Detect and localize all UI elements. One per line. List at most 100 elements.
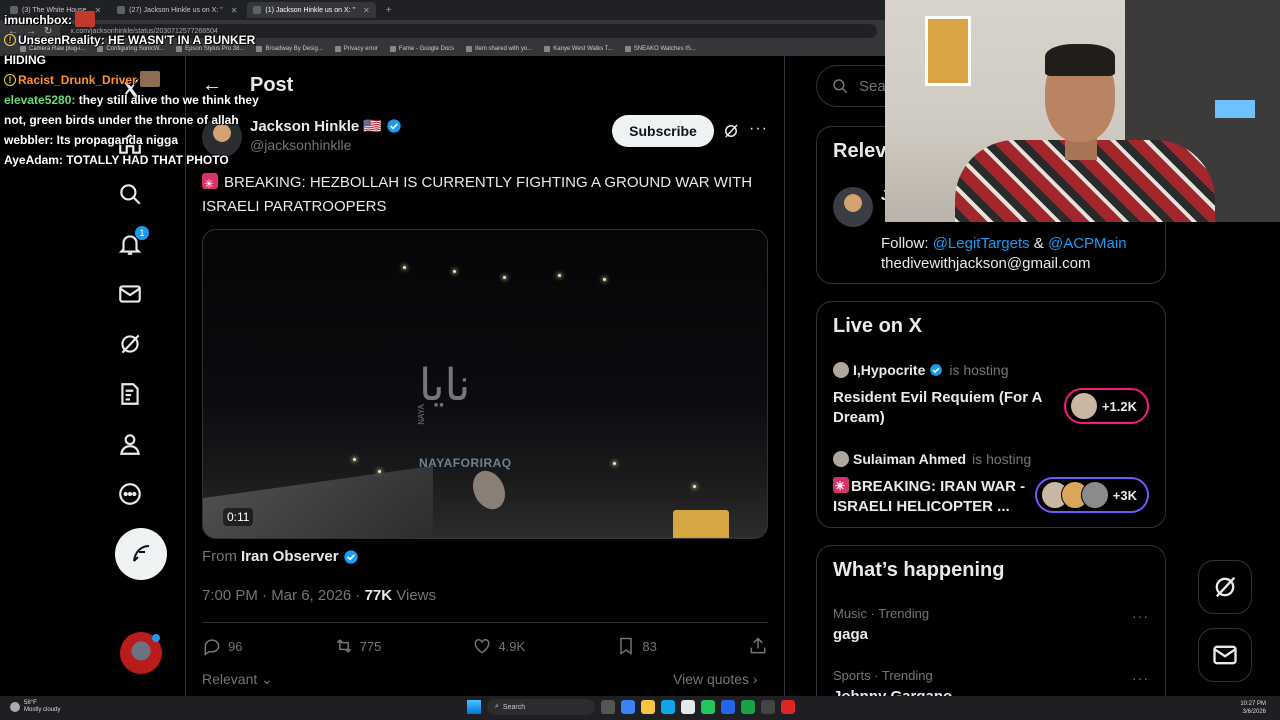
chat-message: ! UnseenReality: HE WASN'T IN A BUNKER HI… <box>4 33 256 67</box>
space-title[interactable]: Resident Evil Requiem (For A Dream) <box>833 388 1053 428</box>
chat-emote-icon <box>75 11 96 27</box>
chat-badge-icon: ! <box>4 74 16 86</box>
video-light <box>503 276 506 279</box>
view-quotes-link[interactable]: View quotes › <box>673 671 758 687</box>
new-tab-button[interactable]: + <box>380 5 398 16</box>
bookmark-item[interactable]: SNEAKO Watches IS... <box>624 46 696 52</box>
bookmark-item[interactable]: Privacy error <box>334 46 378 52</box>
whats-happening-card: What’s happening Music · Trending gaga ·… <box>816 545 1166 697</box>
notifications-icon[interactable]: 1 <box>117 226 149 257</box>
live-on-x-card: Live on X I,Hypocrite is hosting Residen… <box>816 301 1166 528</box>
bookmark-item[interactable]: Fame - Google Docs <box>389 46 454 52</box>
trend-name[interactable]: gaga <box>833 626 868 643</box>
space-title[interactable]: BREAKING: IRAN WAR - ISRAELI HELICOPTER … <box>833 476 1053 517</box>
task-view-icon[interactable] <box>601 700 615 714</box>
search-icon <box>833 79 848 94</box>
grok-icon[interactable] <box>117 331 143 357</box>
windows-start-icon[interactable] <box>467 700 481 714</box>
video-light <box>693 485 696 488</box>
system-clock[interactable]: 10:27 PM 3/6/2026 <box>1240 700 1266 716</box>
mail-icon <box>1213 645 1237 665</box>
bookmark-icon <box>620 637 633 655</box>
obs-icon[interactable] <box>781 700 795 714</box>
webcam-streamer-hair <box>1045 44 1115 76</box>
live-title: Live on X <box>833 315 922 337</box>
column-divider <box>784 56 785 696</box>
grok-explain-icon[interactable] <box>722 122 740 140</box>
repost-button[interactable]: 775 <box>334 636 381 656</box>
cloud-icon <box>10 702 20 712</box>
reply-button[interactable]: 96 <box>202 636 242 656</box>
mention-link[interactable]: @ACPMain <box>1048 235 1127 252</box>
post-actions: 96 775 4.9K 83 <box>202 636 768 656</box>
trend-category: Music · Trending <box>833 606 930 621</box>
repost-icon <box>336 639 351 653</box>
chat-message: AyeAdam: TOTALLY HAD THAT PHOTO <box>4 153 229 167</box>
post-meta: 7:00 PM · Mar 6, 2026 · 77K Views <box>202 587 437 604</box>
chat-badge-icon: ! <box>4 34 16 46</box>
video-player[interactable]: NAYA نايا NAYAFORIRAQ 0:11 <box>202 229 768 539</box>
compose-post-button[interactable] <box>115 528 167 580</box>
source-account-link[interactable]: Iran Observer <box>241 548 339 565</box>
grok-icon <box>1215 576 1236 598</box>
windows-taskbar: 58°F Mostly cloudy ⌕ Search 10:27 PM 3/6/20… <box>0 696 1280 720</box>
more-circle-icon[interactable] <box>117 481 143 507</box>
subscribe-button[interactable]: Subscribe <box>612 115 714 147</box>
browser-tab-active[interactable]: (1) Jackson Hinkle us on X: " ✕ <box>247 2 376 18</box>
bookmark-item[interactable]: Broadway By Desig... <box>256 46 323 52</box>
messages-floating-button[interactable] <box>1198 628 1252 682</box>
copilot-icon[interactable] <box>621 700 635 714</box>
status-dot <box>152 634 160 642</box>
video-duration: 0:11 <box>223 508 254 526</box>
search-icon[interactable] <box>117 181 143 207</box>
views-count: 77K <box>364 587 393 604</box>
space-listeners-pill[interactable]: +3K <box>1034 477 1149 513</box>
messages-icon[interactable] <box>117 281 143 307</box>
video-light <box>603 278 606 281</box>
weather-widget[interactable]: 58°F Mostly cloudy <box>10 700 60 714</box>
space-listeners-pill[interactable]: +1.2K <box>1063 388 1149 424</box>
taskbar-search[interactable]: ⌕ Search <box>487 699 595 715</box>
stream-chat-overlay: imunchbox: ! UnseenReality: HE WASN'T IN … <box>4 10 264 170</box>
edge-icon[interactable] <box>661 700 675 714</box>
trend-more-icon[interactable]: ··· <box>1132 670 1149 686</box>
profile-icon[interactable] <box>117 431 143 457</box>
verified-badge-icon <box>343 549 358 564</box>
verified-badge-icon <box>387 119 401 133</box>
share-button[interactable] <box>748 636 768 656</box>
more-options-icon[interactable]: ··· <box>749 120 768 138</box>
whats-happening-title: What’s happening <box>833 559 1005 581</box>
video-light <box>558 274 561 277</box>
author-handle[interactable]: @jacksonhinklle <box>250 137 351 153</box>
bookmark-icon <box>624 46 631 52</box>
reply-sort-dropdown[interactable]: Relevant ⌄ <box>202 671 273 688</box>
heart-icon <box>475 638 490 654</box>
grok-floating-button[interactable] <box>1198 560 1252 614</box>
trend-more-icon[interactable]: ··· <box>1132 608 1149 624</box>
notifications-badge: 1 <box>135 226 149 240</box>
app-icon[interactable] <box>721 700 735 714</box>
close-tab-icon[interactable]: ✕ <box>363 6 370 15</box>
bookmark-item[interactable]: Item shared with yo... <box>466 46 532 52</box>
divider <box>202 622 768 623</box>
bookmark-button[interactable]: 83 <box>616 636 657 656</box>
lists-icon[interactable] <box>117 381 143 407</box>
chrome-icon[interactable] <box>701 700 715 714</box>
xbox-icon[interactable] <box>741 700 755 714</box>
reply-icon <box>204 639 220 656</box>
app-icon[interactable] <box>761 700 775 714</box>
share-icon <box>750 637 766 654</box>
account-avatar[interactable] <box>120 632 162 674</box>
author-name[interactable]: Jackson Hinkle 🇺🇸 <box>250 117 402 135</box>
bookmark-item[interactable]: Kanye West Walks T... <box>544 46 613 52</box>
space-host-row[interactable]: I,Hypocrite is hosting <box>833 362 1009 378</box>
file-explorer-icon[interactable] <box>641 700 655 714</box>
space-host-row[interactable]: Sulaiman Ahmed is hosting <box>833 451 1031 467</box>
video-light <box>353 458 356 461</box>
host-avatar <box>833 451 849 467</box>
like-button[interactable]: 4.9K <box>472 636 525 656</box>
chat-message: imunchbox: <box>4 10 264 30</box>
relevant-person-avatar[interactable] <box>833 187 873 227</box>
store-icon[interactable] <box>681 700 695 714</box>
mention-link[interactable]: @LegitTargets <box>933 235 1030 252</box>
